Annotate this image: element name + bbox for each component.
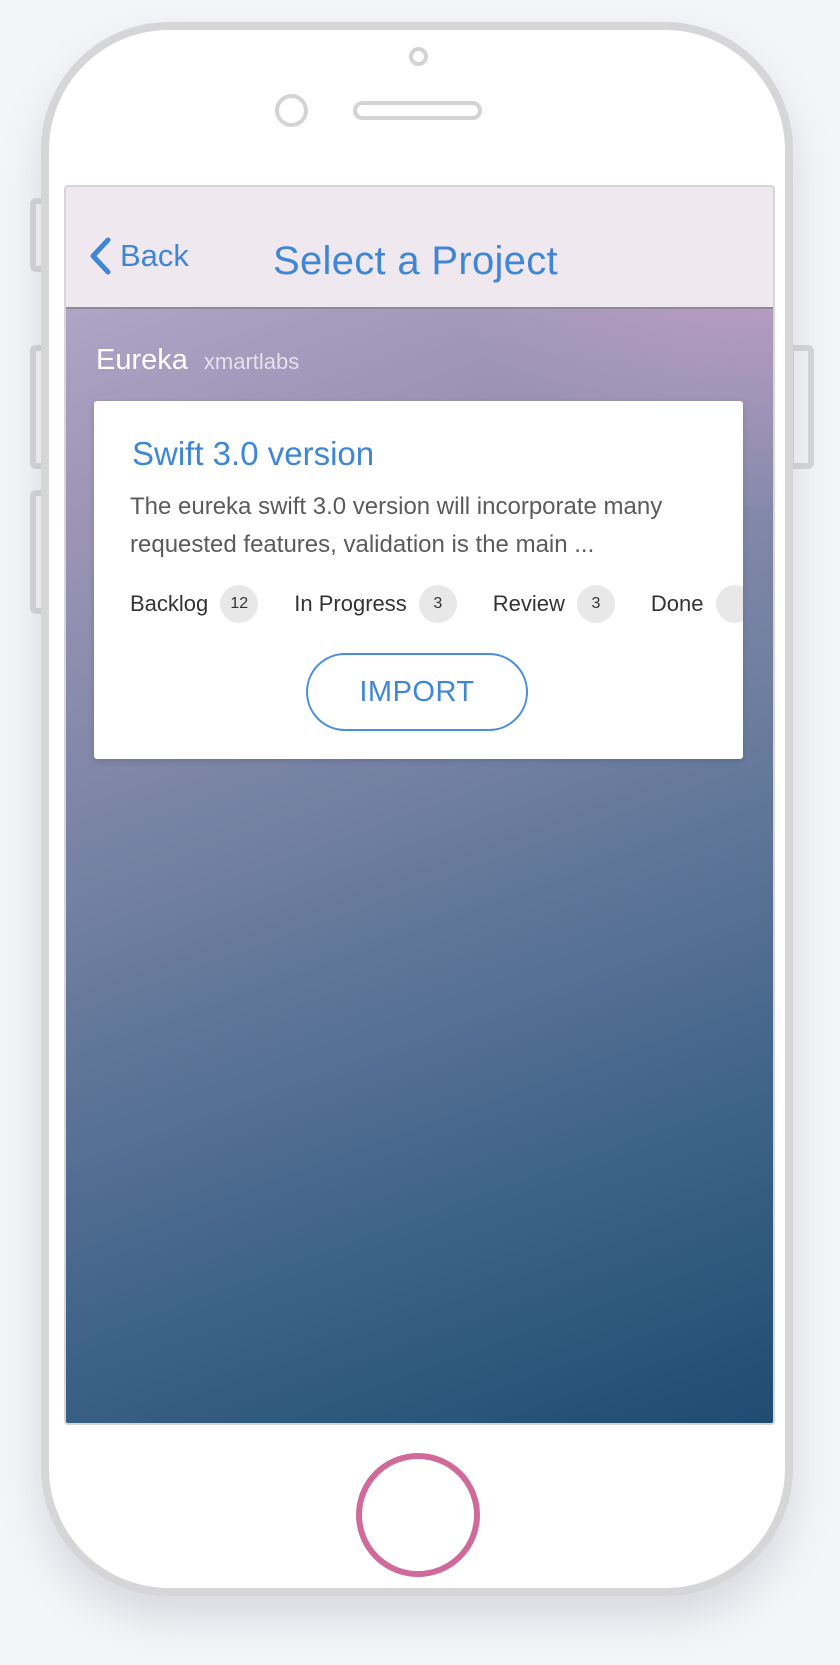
stat-label: Review (492, 591, 565, 616)
app-screen: Back Select a Project Eureka xmartlabs S… (64, 185, 775, 1425)
stat-count-badge: 3 (418, 585, 457, 623)
chevron-left-icon (88, 237, 112, 275)
back-label: Back (120, 238, 189, 273)
front-camera (275, 94, 308, 127)
page-title: Select a Project (273, 239, 558, 283)
import-button[interactable]: IMPORT (306, 653, 528, 731)
stat-count-badge: 12 (220, 585, 259, 623)
stat-count-badge: 3 (576, 585, 615, 623)
earpiece-speaker (353, 101, 482, 120)
stat-count-badge (715, 585, 743, 623)
project-title: Swift 3.0 version (132, 435, 375, 472)
project-card[interactable]: Swift 3.0 version The eureka swift 3.0 v… (94, 401, 743, 759)
back-button[interactable]: Back (88, 237, 189, 275)
stat-label: In Progress (294, 591, 407, 616)
navigation-bar: Back Select a Project (66, 187, 773, 309)
organization-header: Eureka xmartlabs (96, 344, 299, 377)
stat-in-progress: In Progress 3 (294, 585, 457, 623)
stat-label: Backlog (130, 591, 209, 616)
proximity-sensor (409, 47, 428, 66)
organization-owner: xmartlabs (203, 349, 300, 374)
stat-review: Review 3 (493, 585, 615, 623)
stat-backlog: Backlog 12 (130, 585, 259, 623)
stat-label: Done (650, 591, 704, 616)
stat-done: Done (651, 585, 743, 623)
home-button[interactable] (356, 1453, 480, 1577)
project-stats: Backlog 12 In Progress 3 Review 3 Done (130, 585, 743, 623)
project-description: The eureka swift 3.0 version will incorp… (130, 493, 663, 558)
organization-name: Eureka (96, 344, 188, 376)
